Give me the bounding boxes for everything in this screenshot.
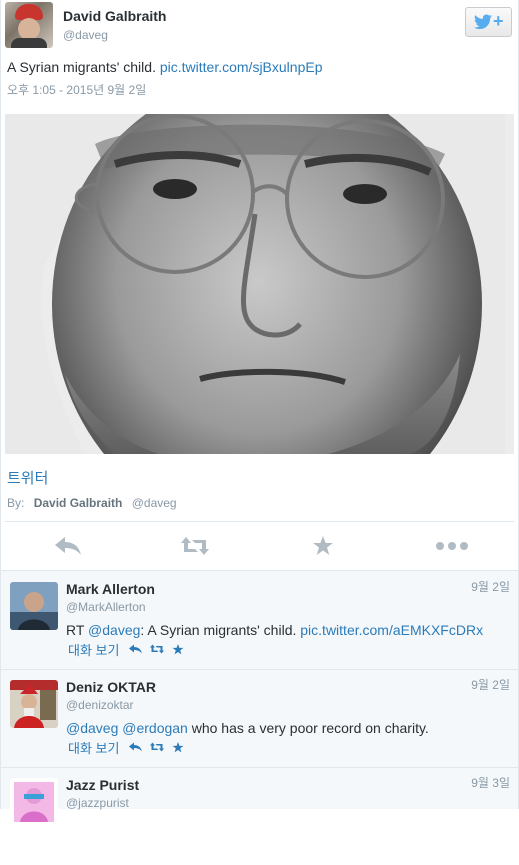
reply-date[interactable]: 9월 3일 — [471, 774, 510, 791]
reply-icon[interactable] — [129, 742, 143, 752]
byline-prefix: By: — [7, 496, 25, 510]
reply-author-name[interactable]: Deniz OKTAR — [66, 679, 156, 695]
reply-footer: 대화 보기 — [68, 640, 192, 659]
reply-footer: 대화 보기 — [68, 738, 192, 757]
retweet-icon[interactable] — [150, 644, 165, 654]
view-conversation-link[interactable]: 대화 보기 — [68, 738, 119, 757]
byline: By: David Galbraith @daveg — [7, 496, 177, 510]
byline-handle[interactable]: @daveg — [132, 496, 177, 510]
tweet-body: A Syrian migrants' child. — [7, 59, 156, 75]
reply-author-name[interactable]: Mark Allerton — [66, 581, 155, 597]
view-conversation-link[interactable]: 대화 보기 — [68, 640, 119, 659]
tweet-photo[interactable] — [5, 114, 514, 454]
reply-body: : A Syrian migrants' child. — [140, 622, 297, 638]
favorite-star-icon[interactable] — [172, 741, 184, 753]
tweet-actions — [5, 522, 514, 570]
reply-date[interactable]: 9월 2일 — [471, 578, 510, 595]
avatar[interactable] — [10, 680, 58, 728]
tweet-text: A Syrian migrants' child. pic.twitter.co… — [7, 59, 322, 75]
photo-source-link[interactable]: 트위터 — [7, 467, 48, 488]
retweet-icon[interactable] — [150, 742, 165, 752]
author-avatar[interactable] — [5, 2, 53, 48]
more-dots-icon[interactable] — [435, 534, 469, 558]
replies-list: Mark Allerton @MarkAllerton 9월 2일 RT @da… — [1, 571, 518, 826]
avatar[interactable] — [10, 778, 58, 826]
reply-mention[interactable]: @daveg — [66, 720, 118, 736]
retweet-icon[interactable] — [181, 534, 209, 558]
list-item: Deniz OKTAR @denizoktar 9월 2일 @daveg @er… — [1, 669, 518, 768]
plus-icon: + — [493, 11, 504, 31]
twitter-bird-icon — [474, 14, 492, 35]
tweet-timestamp[interactable]: 오후 1:05 - 2015년 9월 2일 — [7, 81, 146, 98]
follow-button[interactable]: + — [465, 7, 512, 37]
reply-author-name[interactable]: Jazz Purist — [66, 777, 139, 793]
reply-prefix: RT — [66, 622, 85, 638]
reply-body: who has a very poor record on charity. — [191, 720, 429, 736]
tweet-photo-link[interactable]: pic.twitter.com/sjBxulnpEp — [160, 59, 323, 75]
list-item: Mark Allerton @MarkAllerton 9월 2일 RT @da… — [1, 571, 518, 670]
reply-mention[interactable]: @erdogan — [122, 720, 188, 736]
reply-icon[interactable] — [129, 644, 143, 654]
reply-date[interactable]: 9월 2일 — [471, 676, 510, 693]
author-name[interactable]: David Galbraith — [63, 8, 166, 24]
reply-link[interactable]: pic.twitter.com/aEMKXFcDRx — [300, 622, 483, 638]
reply-icon[interactable] — [54, 534, 82, 558]
favorite-star-icon[interactable] — [172, 643, 184, 655]
reply-text: @daveg @erdogan who has a very poor reco… — [66, 720, 429, 736]
reply-mention[interactable]: @daveg — [88, 622, 140, 638]
tweet-card: David Galbraith @daveg + A Syrian migran… — [0, 0, 519, 826]
tweet-header: David Galbraith @daveg + — [1, 0, 518, 60]
byline-name[interactable]: David Galbraith — [34, 496, 123, 510]
favorite-star-icon[interactable] — [309, 534, 337, 558]
list-item: Jazz Purist @jazzpurist 9월 3일 — [1, 767, 518, 865]
reply-author-handle[interactable]: @denizoktar — [66, 698, 134, 712]
reply-author-handle[interactable]: @jazzpurist — [66, 796, 129, 810]
avatar[interactable] — [10, 582, 58, 630]
reply-author-handle[interactable]: @MarkAllerton — [66, 600, 146, 614]
reply-text: RT @daveg: A Syrian migrants' child. pic… — [66, 622, 483, 638]
author-handle[interactable]: @daveg — [63, 28, 108, 42]
